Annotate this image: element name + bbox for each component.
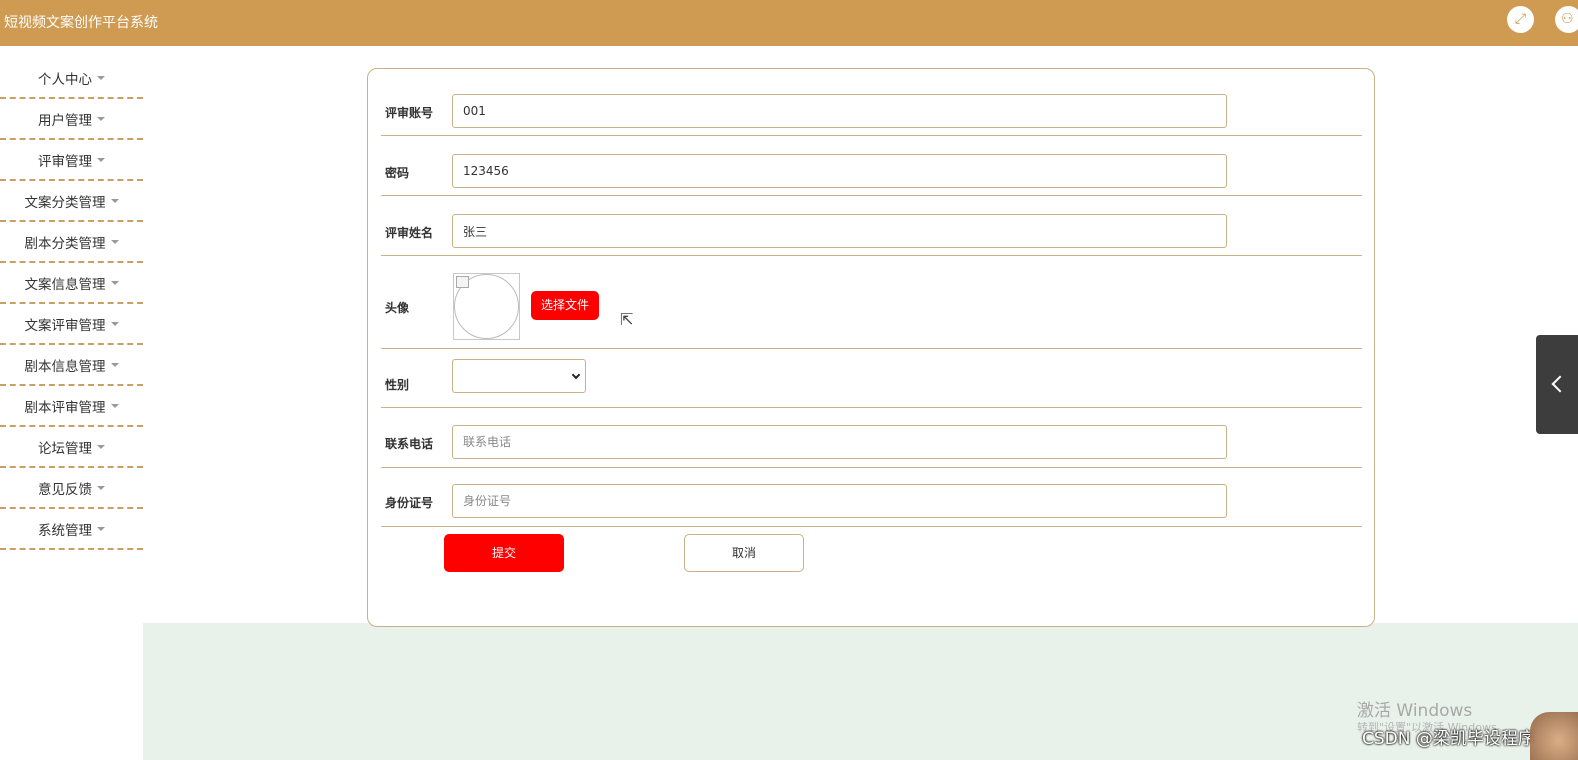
sidebar-item-copy-category[interactable]: 文案分类管理 xyxy=(0,181,143,222)
caret-down-icon xyxy=(97,117,105,121)
caret-down-icon xyxy=(110,199,119,203)
sidebar-item-user-management[interactable]: 用户管理 xyxy=(0,99,143,140)
account-field[interactable] xyxy=(452,94,1227,128)
gender-select[interactable] xyxy=(452,359,586,393)
caret-down-icon xyxy=(110,281,119,285)
sidebar-item-label: 论坛管理 xyxy=(38,440,92,457)
sidebar-item-label: 剧本评审管理 xyxy=(24,399,106,416)
gender-label: 性别 xyxy=(385,378,410,392)
sidebar-item-label: 用户管理 xyxy=(38,112,92,129)
sidebar-item-label: 文案评审管理 xyxy=(24,317,106,334)
sidebar-item-label: 评审管理 xyxy=(38,153,92,170)
sidebar: 个人中心 用户管理 评审管理 文案分类管理 剧本分类管理 文案信息管理 文案评审… xyxy=(0,58,143,550)
sidebar-item-label: 剧本分类管理 xyxy=(24,235,106,252)
sidebar-item-forum[interactable]: 论坛管理 xyxy=(0,427,143,468)
sidebar-item-personal-center[interactable]: 个人中心 xyxy=(0,58,143,99)
form-row-account: 评审账号 xyxy=(381,87,1362,136)
sidebar-item-label: 剧本信息管理 xyxy=(24,358,106,375)
reviewer-form: 评审账号 密码 评审姓名 头像 选择文件 ⇱ 性别 联系电话 身份证号 提交 取… xyxy=(367,68,1375,627)
sidebar-item-copy-info[interactable]: 文案信息管理 xyxy=(0,263,143,304)
password-field[interactable] xyxy=(452,154,1227,188)
sidebar-item-script-category[interactable]: 剧本分类管理 xyxy=(0,222,143,263)
sidebar-item-review-management[interactable]: 评审管理 xyxy=(0,140,143,181)
expand-icon[interactable]: ⤢ xyxy=(1507,6,1534,33)
caret-down-icon xyxy=(97,76,105,80)
form-row-phone: 联系电话 xyxy=(381,408,1362,468)
corner-mascot-image xyxy=(1530,712,1578,760)
mouse-cursor-icon: ⇱ xyxy=(620,310,634,329)
id-card-field[interactable] xyxy=(452,484,1227,518)
name-label: 评审姓名 xyxy=(385,226,434,240)
caret-down-icon xyxy=(110,322,119,326)
submit-button[interactable]: 提交 xyxy=(444,534,564,572)
sidebar-item-label: 文案分类管理 xyxy=(24,194,106,211)
sidebar-item-copy-review[interactable]: 文案评审管理 xyxy=(0,304,143,345)
app-title: 短视频文案创作平台系统 xyxy=(4,15,158,31)
sidebar-item-label: 系统管理 xyxy=(38,522,92,539)
side-drawer-tab[interactable] xyxy=(1536,335,1578,434)
csdn-watermark: CSDN @梁凯毕设程序 xyxy=(1362,729,1535,749)
chevron-down-icon xyxy=(571,370,581,380)
phone-field[interactable] xyxy=(452,425,1227,459)
chevron-left-icon xyxy=(1551,375,1569,393)
caret-down-icon xyxy=(97,527,105,531)
caret-down-icon xyxy=(97,445,105,449)
top-header: 短视频文案创作平台系统 ⤢ ⚇ xyxy=(0,0,1578,46)
account-label: 评审账号 xyxy=(385,106,434,120)
password-label: 密码 xyxy=(385,166,410,180)
phone-label: 联系电话 xyxy=(385,437,434,451)
form-row-avatar: 头像 选择文件 ⇱ xyxy=(381,256,1362,349)
id-card-label: 身份证号 xyxy=(385,496,434,510)
sidebar-item-script-info[interactable]: 剧本信息管理 xyxy=(0,345,143,386)
cancel-button[interactable]: 取消 xyxy=(684,534,804,572)
form-row-password: 密码 xyxy=(381,136,1362,196)
form-row-gender: 性别 xyxy=(381,349,1362,408)
form-row-id-card: 身份证号 xyxy=(381,468,1362,527)
sidebar-item-script-review[interactable]: 剧本评审管理 xyxy=(0,386,143,427)
sidebar-item-label: 意见反馈 xyxy=(38,481,92,498)
caret-down-icon xyxy=(110,240,119,244)
sidebar-item-feedback[interactable]: 意见反馈 xyxy=(0,468,143,509)
caret-down-icon xyxy=(110,363,119,367)
caret-down-icon xyxy=(97,158,105,162)
windows-activation-notice: 激活 Windows xyxy=(1357,701,1473,721)
sidebar-item-label: 文案信息管理 xyxy=(24,276,106,293)
avatar-preview xyxy=(453,273,520,340)
broken-image-icon xyxy=(456,276,469,288)
caret-down-icon xyxy=(110,404,119,408)
caret-down-icon xyxy=(97,486,105,490)
name-field[interactable] xyxy=(452,214,1227,248)
sidebar-item-system[interactable]: 系统管理 xyxy=(0,509,143,550)
form-row-name: 评审姓名 xyxy=(381,196,1362,256)
avatar-label: 头像 xyxy=(385,301,410,315)
user-icon[interactable]: ⚇ xyxy=(1555,6,1578,33)
choose-file-button[interactable]: 选择文件 xyxy=(531,291,599,320)
sidebar-item-label: 个人中心 xyxy=(38,71,92,88)
